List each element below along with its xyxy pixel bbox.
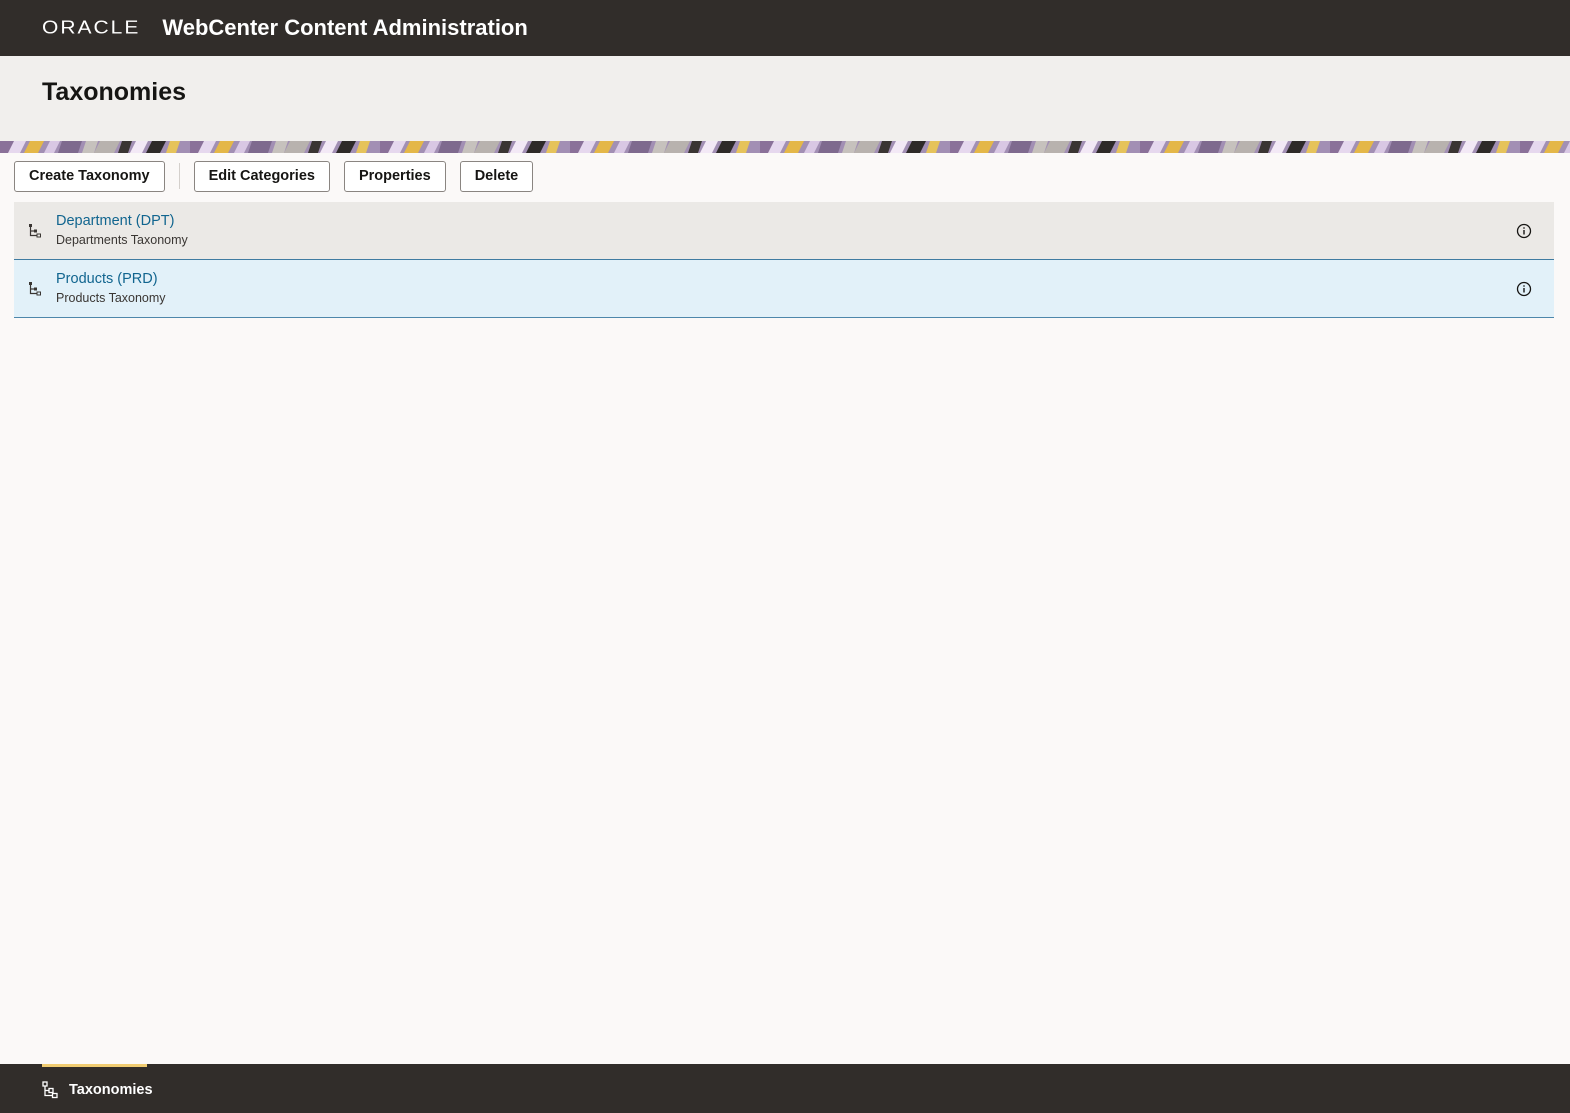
taxonomy-tree-icon	[28, 281, 42, 297]
taxonomy-name-link[interactable]: Department (DPT)	[56, 213, 174, 229]
info-icon[interactable]	[1516, 223, 1532, 239]
toolbar-divider	[178, 163, 180, 189]
taxonomy-list: Department (DPT) Departments Taxonomy Pr…	[14, 202, 1554, 318]
delete-button[interactable]: Delete	[459, 160, 534, 192]
decorative-banner	[0, 141, 1570, 153]
page-title: Taxonomies	[42, 78, 187, 106]
edit-categories-button[interactable]: Edit Categories	[193, 160, 330, 192]
toolbar: Create Taxonomy Edit Categories Properti…	[14, 160, 534, 192]
taxonomy-description: Products Taxonomy	[56, 291, 166, 305]
taxonomy-tree-icon	[42, 1081, 60, 1099]
taxonomy-tree-icon	[28, 223, 42, 239]
create-taxonomy-button[interactable]: Create Taxonomy	[14, 160, 165, 192]
app-title: WebCenter Content Administration	[162, 15, 528, 40]
bottom-navigation: Taxonomies	[0, 1064, 1570, 1113]
tab-label: Taxonomies	[69, 1082, 153, 1098]
taxonomy-name-link[interactable]: Products (PRD)	[56, 271, 158, 287]
properties-button[interactable]: Properties	[343, 160, 446, 192]
taxonomy-description: Departments Taxonomy	[56, 233, 188, 247]
page-header: Taxonomies	[0, 56, 1570, 141]
list-item[interactable]: Department (DPT) Departments Taxonomy	[14, 202, 1554, 260]
app-header: ORACLE WebCenter Content Administration	[0, 0, 1570, 56]
oracle-logo: ORACLE	[42, 17, 141, 38]
tab-taxonomies[interactable]: Taxonomies	[42, 1064, 153, 1113]
list-item[interactable]: Products (PRD) Products Taxonomy	[14, 260, 1554, 318]
info-icon[interactable]	[1516, 281, 1532, 297]
